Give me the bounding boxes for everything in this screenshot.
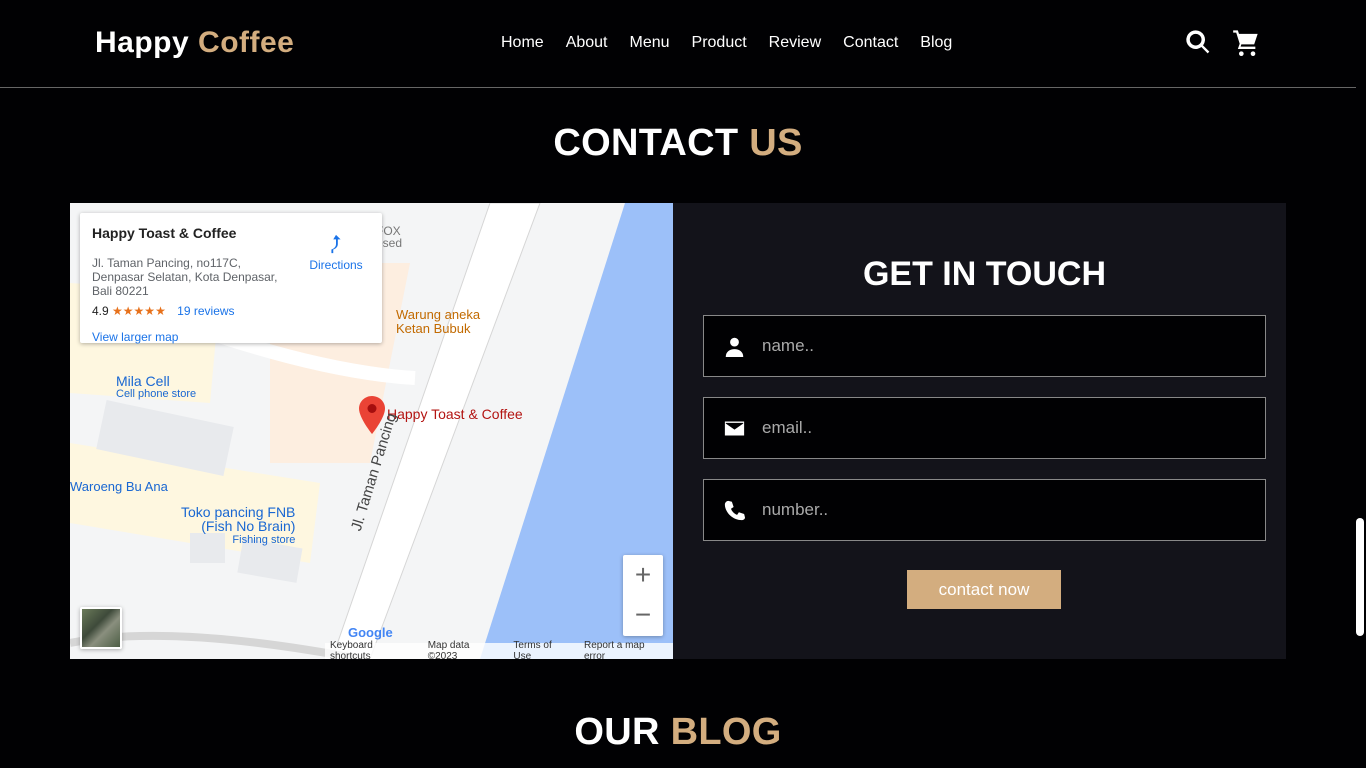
map-label-warung[interactable]: Warung aneka Ketan Bubuk: [396, 308, 480, 336]
logo-text-1: Happy: [95, 26, 190, 59]
zoom-in-button[interactable]: +: [623, 555, 663, 595]
zoom-controls: + −: [623, 555, 663, 636]
rating-value: 4.9: [92, 304, 109, 318]
user-icon: [725, 337, 744, 357]
map-label-mila-2: Cell phone store: [116, 388, 197, 400]
place-address: Jl. Taman Pancing, no117C, Denpasar Sela…: [92, 256, 278, 298]
form-title: GET IN TOUCH: [862, 255, 1107, 293]
phone-icon: [724, 500, 745, 521]
map-label-toko-3: Fishing store: [232, 534, 296, 546]
map-label-waroeng[interactable]: Waroeng Bu Ana: [70, 479, 168, 494]
contact-form: GET IN TOUCH contact now: [673, 203, 1286, 659]
map-label-warung-2: Ketan Bubuk: [396, 321, 471, 336]
contact-heading: CONTACT US: [0, 122, 1356, 165]
map-label-toko-1: Toko pancing FNB: [181, 504, 296, 520]
number-field: [703, 479, 1266, 541]
google-logo: Google: [348, 625, 393, 640]
directions-icon: [331, 234, 341, 254]
terms-link[interactable]: Terms of Use: [513, 640, 572, 659]
contact-now-button[interactable]: contact now: [907, 570, 1061, 609]
email-field: [703, 397, 1266, 459]
search-icon[interactable]: [1184, 28, 1212, 56]
rating-stars-icon: ★★★★★: [112, 304, 166, 318]
directions-button[interactable]: Directions: [305, 233, 367, 272]
map-label-toko-2: (Fish No Brain): [201, 518, 296, 534]
place-name: Happy Toast & Coffee: [92, 225, 237, 241]
nav-blog[interactable]: Blog: [920, 34, 952, 52]
nav-menu[interactable]: Menu: [630, 34, 670, 52]
map-data-text: Map data ©2023: [427, 640, 470, 659]
scrollbar-thumb[interactable]: [1356, 518, 1364, 636]
number-input[interactable]: [762, 480, 1252, 540]
blog-heading: OUR BLOG: [0, 711, 1356, 754]
cart-icon[interactable]: [1232, 28, 1260, 56]
nav-home[interactable]: Home: [501, 34, 544, 52]
view-larger-map-link[interactable]: View larger map: [92, 330, 178, 344]
directions-label: Directions: [309, 258, 363, 272]
name-field: [703, 315, 1266, 377]
nav-about[interactable]: About: [566, 34, 608, 52]
zoom-out-button[interactable]: −: [623, 595, 663, 635]
main-nav: Home About Menu Product Review Contact B…: [501, 34, 974, 52]
map-embed[interactable]: Warung aneka Ketan Bubuk FOX osed Happy …: [70, 203, 673, 659]
map-label-warung-1: Warung aneka: [396, 307, 481, 322]
satellite-toggle[interactable]: [80, 607, 122, 649]
contact-heading-1: CONTACT: [553, 122, 739, 164]
logo[interactable]: Happy Coffee: [95, 26, 294, 60]
map-label-mila-1: Mila Cell: [116, 373, 170, 389]
place-rating: 4.9 ★★★★★ 19 reviews: [92, 304, 235, 318]
report-error-link[interactable]: Report a map error: [584, 640, 668, 659]
nav-product[interactable]: Product: [692, 34, 747, 52]
name-input[interactable]: [762, 316, 1252, 376]
map-label-mila[interactable]: Mila Cell Cell phone store: [116, 373, 197, 401]
logo-text-2: Coffee: [198, 26, 295, 59]
nav-contact[interactable]: Contact: [843, 34, 898, 52]
keyboard-shortcuts-link[interactable]: Keyboard shortcuts: [330, 640, 416, 659]
place-info-card: Happy Toast & Coffee Jl. Taman Pancing, …: [80, 213, 382, 344]
site-header: Happy Coffee Home About Menu Product Rev…: [0, 0, 1356, 88]
blog-heading-2: BLOG: [670, 711, 782, 753]
map-attribution: Keyboard shortcuts Map data ©2023 Terms …: [325, 640, 673, 659]
nav-review[interactable]: Review: [769, 34, 821, 52]
header-icons: [1184, 28, 1260, 56]
contact-heading-2: US: [749, 122, 803, 164]
email-input[interactable]: [762, 398, 1252, 458]
blog-heading-1: OUR: [574, 711, 660, 753]
envelope-icon: [724, 421, 745, 436]
reviews-link[interactable]: 19 reviews: [177, 304, 234, 318]
map-pin-label[interactable]: Happy Toast & Coffee: [387, 406, 523, 422]
map-label-toko[interactable]: Toko pancing FNB (Fish No Brain) Fishing…: [181, 505, 295, 547]
